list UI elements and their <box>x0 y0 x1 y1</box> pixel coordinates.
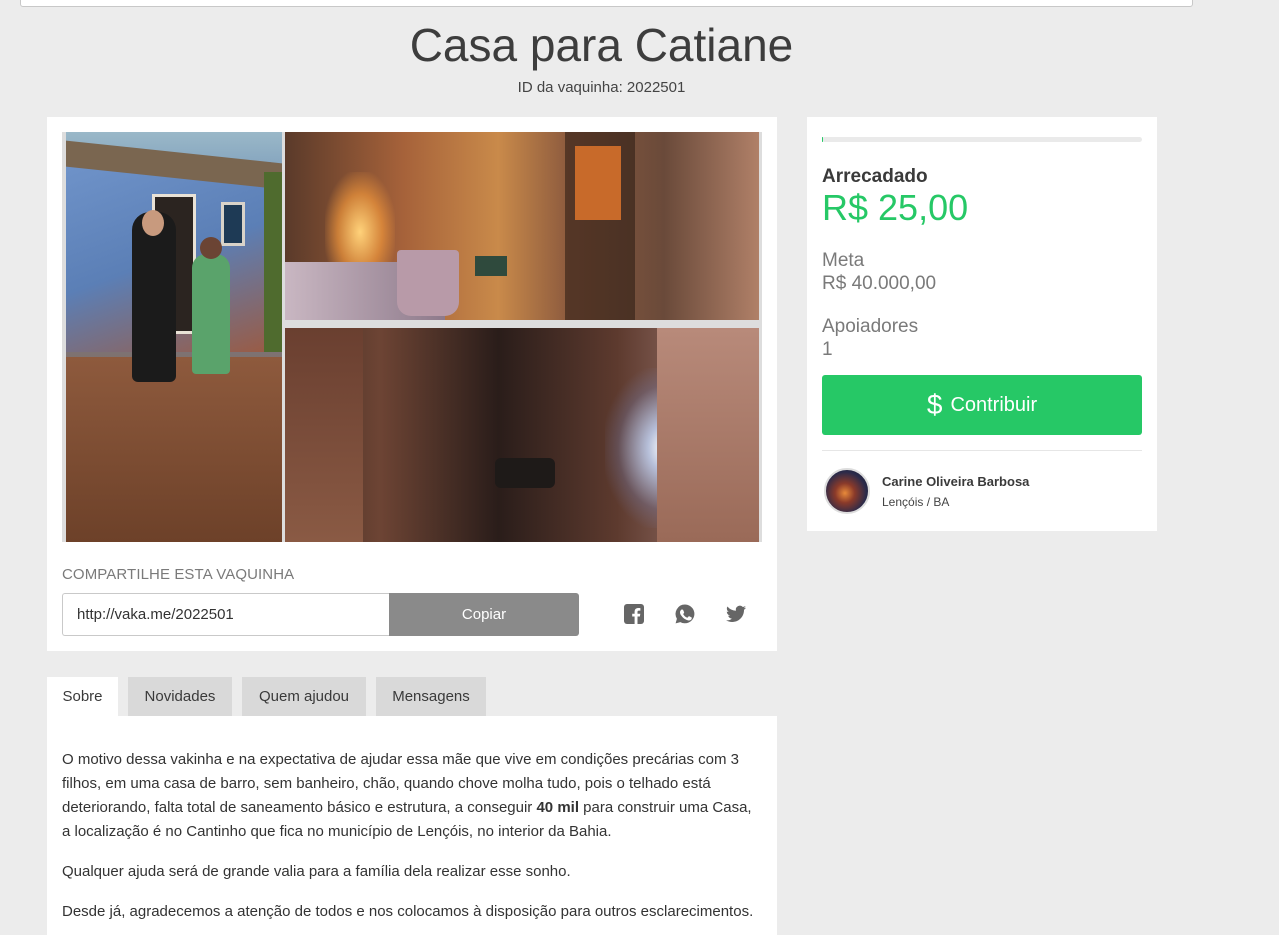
owner-location: Lençóis / BA <box>882 495 950 509</box>
page-title: Casa para Catiane <box>409 19 794 71</box>
goal-highlight: 40 mil <box>536 799 579 816</box>
contribute-button[interactable]: $ Contribuir <box>822 375 1142 435</box>
backers-label: Apoiadores <box>822 316 919 337</box>
raised-value: R$ 25,00 <box>822 187 969 228</box>
about-paragraph-1: O motivo dessa vakinha e na expectativa … <box>62 751 752 840</box>
twitter-icon[interactable] <box>725 603 747 625</box>
browser-address-bar[interactable] <box>20 0 1193 7</box>
media-card: COMPARTILHE ESTA VAQUINHA Copiar <box>47 117 777 651</box>
avatar[interactable] <box>824 468 870 514</box>
copy-button[interactable]: Copiar <box>389 593 579 636</box>
goal-value: R$ 40.000,00 <box>822 273 937 294</box>
tab-sobre[interactable]: Sobre <box>47 677 118 716</box>
contribute-label: Contribuir <box>950 393 1038 416</box>
about-paragraph-2: Qualquer ajuda será de grande valia para… <box>62 863 571 880</box>
dollar-icon: $ <box>926 389 943 420</box>
about-paragraph-3: Desde já, agradecemos a atenção de todos… <box>62 903 754 920</box>
stats-card: Arrecadado R$ 25,00 Meta R$ 40.000,00 Ap… <box>807 117 1157 531</box>
photo-collage[interactable] <box>62 132 762 542</box>
divider <box>822 450 1142 451</box>
tab-mensagens[interactable]: Mensagens <box>376 677 486 716</box>
facebook-icon[interactable] <box>623 603 645 625</box>
photo-house-interior[interactable] <box>285 132 759 320</box>
photo-house-exterior[interactable] <box>66 132 282 542</box>
campaign-id: ID da vaquinha: 2022501 <box>517 79 686 96</box>
whatsapp-icon[interactable] <box>674 603 696 625</box>
share-url-input[interactable] <box>62 593 390 636</box>
progress-bar <box>822 137 1142 142</box>
share-label: COMPARTILHE ESTA VAQUINHA <box>62 566 295 583</box>
photo-house-kitchen[interactable] <box>285 328 759 542</box>
raised-label: Arrecadado <box>822 166 928 187</box>
owner-name[interactable]: Carine Oliveira Barbosa <box>882 474 1029 489</box>
tab-novidades[interactable]: Novidades <box>128 677 232 716</box>
goal-label: Meta <box>822 250 865 271</box>
backers-value: 1 <box>822 339 833 360</box>
tab-quem-ajudou[interactable]: Quem ajudou <box>242 677 366 716</box>
about-content: O motivo dessa vakinha e na expectativa … <box>47 716 777 935</box>
